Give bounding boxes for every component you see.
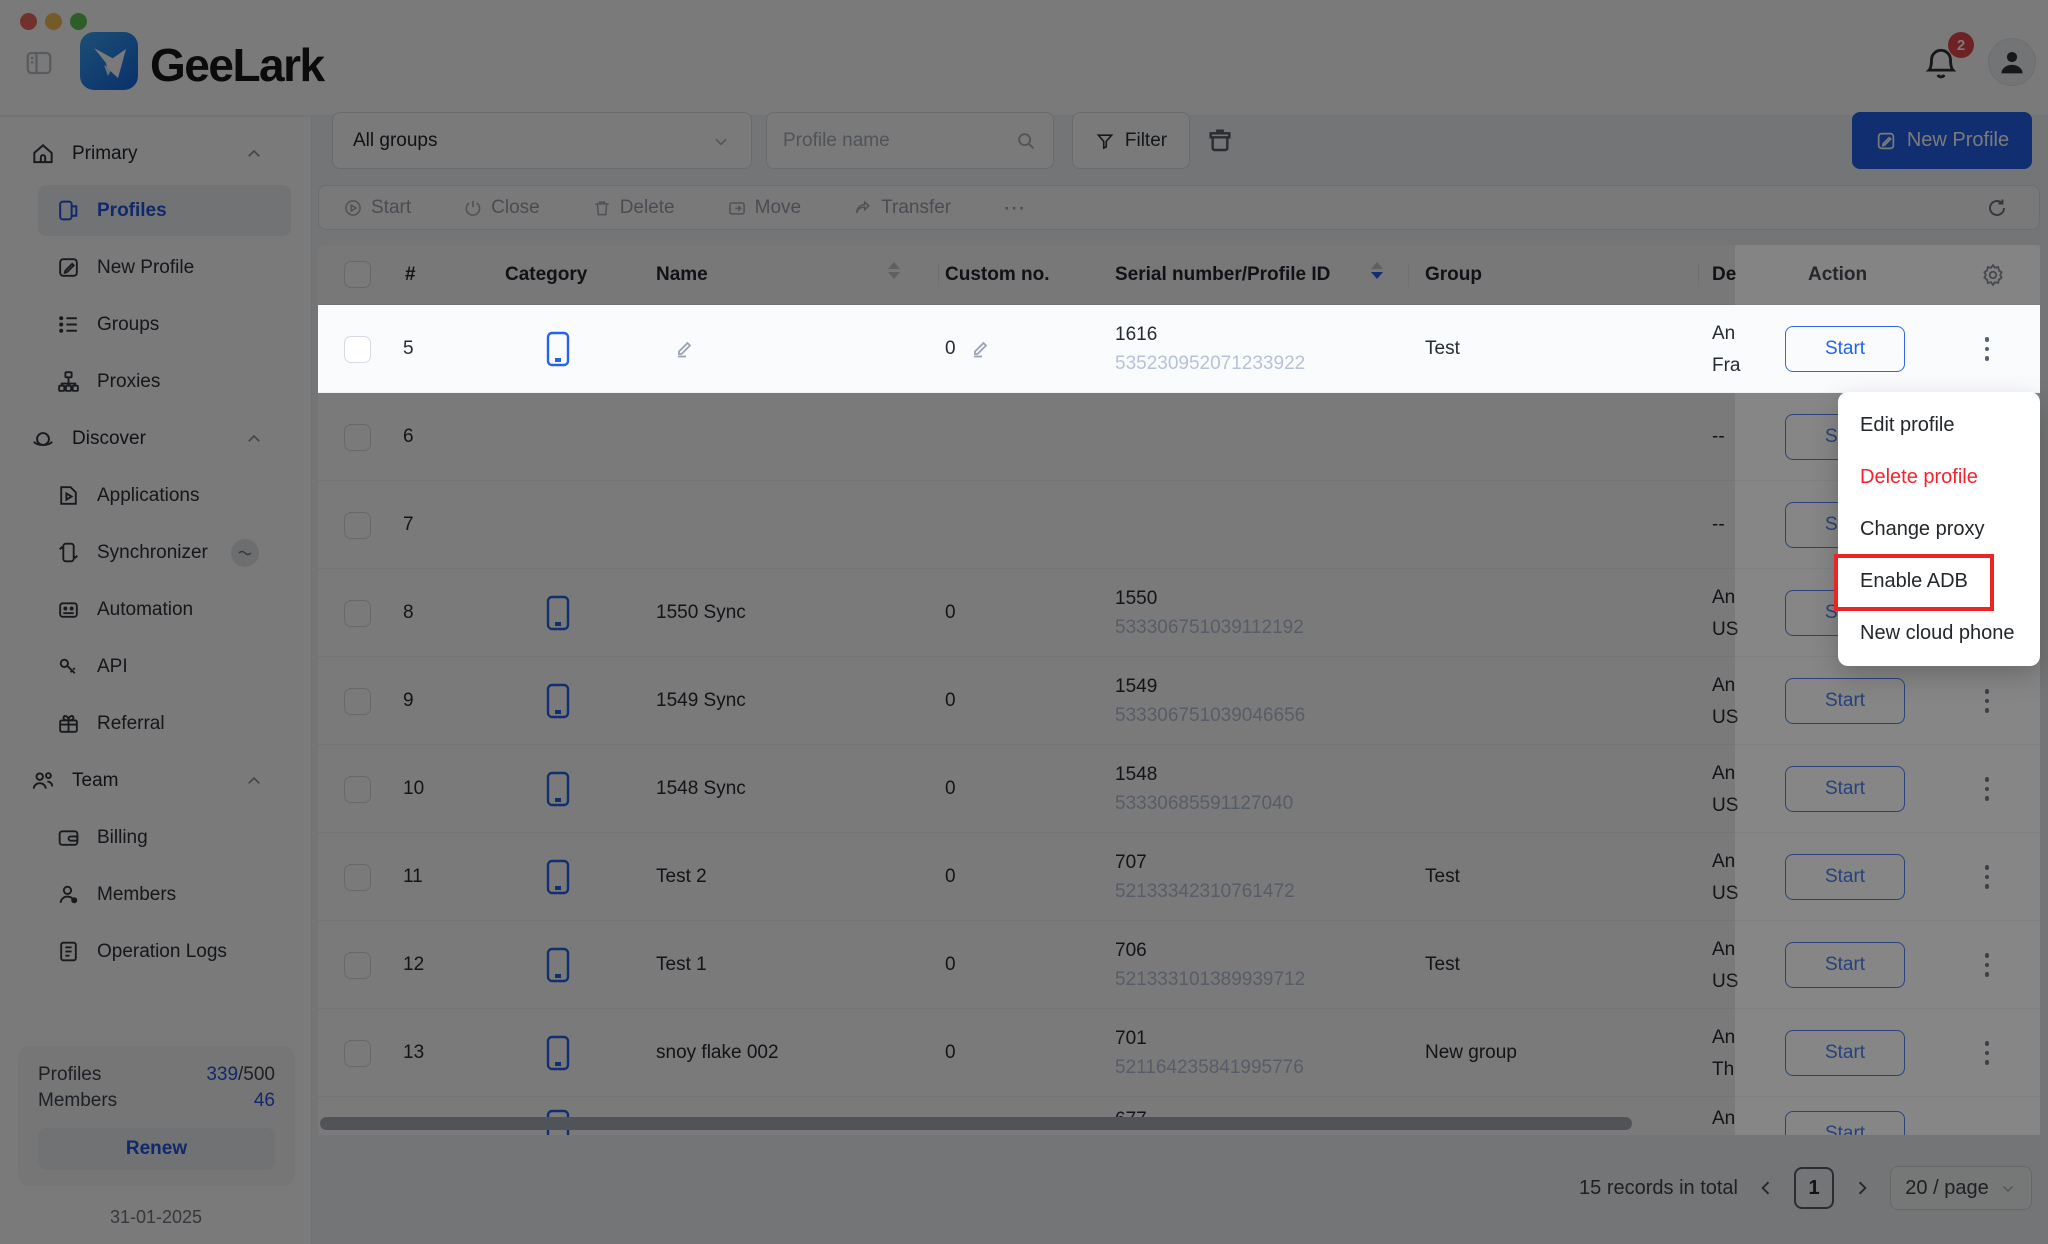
custom-no-value: 0 xyxy=(945,338,956,360)
menu-item-change-proxy[interactable]: Change proxy xyxy=(1838,503,2040,555)
menu-item-delete-profile[interactable]: Delete profile xyxy=(1838,451,2040,503)
serial-number: 1616 xyxy=(1115,320,1305,349)
start-button[interactable]: Start xyxy=(1785,326,1905,372)
edit-custom-no-pencil-icon[interactable] xyxy=(968,337,992,361)
edit-name-pencil-icon[interactable] xyxy=(672,337,696,361)
profile-id: 535230952071233922 xyxy=(1115,349,1305,378)
group-value: Test xyxy=(1425,305,1460,393)
device-line1: An xyxy=(1712,318,1741,350)
row-more-menu-icon[interactable] xyxy=(1978,333,1996,365)
geelark-app-window: GeeLark 2 Primary Profiles New Profile xyxy=(0,0,2048,1244)
menu-item-enable-adb[interactable]: Enable ADB xyxy=(1838,555,2040,607)
row-number: 5 xyxy=(403,305,414,393)
menu-item-new-cloud-phone[interactable]: New cloud phone xyxy=(1838,607,2040,659)
row-checkbox[interactable] xyxy=(344,336,371,363)
cloud-phone-icon xyxy=(546,331,570,367)
row-context-menu: Edit profile Delete profile Change proxy… xyxy=(1838,392,2040,666)
device-line2: Fra xyxy=(1712,350,1741,382)
menu-item-edit-profile[interactable]: Edit profile xyxy=(1838,399,2040,451)
table-row: 5 0 1616 535230952071233922 Test An Fra … xyxy=(318,305,2040,393)
